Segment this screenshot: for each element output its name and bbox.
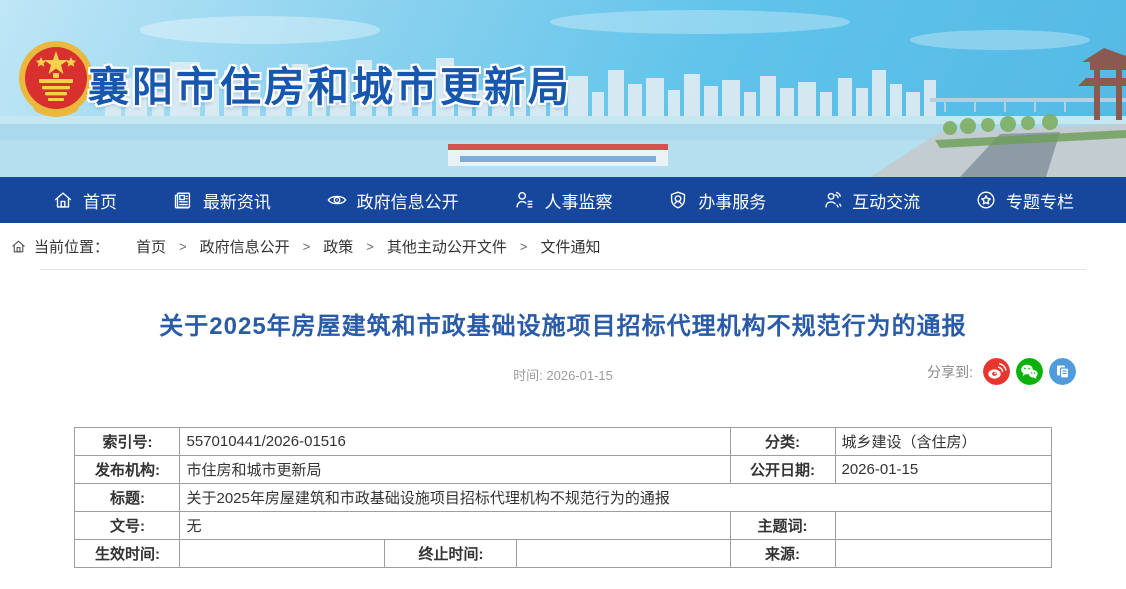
breadcrumb-separator: > bbox=[303, 239, 311, 254]
nav-item-label: 人事监察 bbox=[544, 188, 612, 213]
share-toolbar: 分享到: bbox=[927, 358, 1076, 385]
page-title: 关于2025年房屋建筑和市政基础设施项目招标代理机构不规范行为的通报 bbox=[0, 306, 1126, 341]
nav-item-label: 专题专栏 bbox=[1006, 188, 1074, 213]
agency-label: 发布机构: bbox=[75, 456, 180, 484]
effective-date-label: 生效时间: bbox=[75, 540, 180, 568]
breadcrumb-item-other-public-docs[interactable]: 其他主动公开文件 bbox=[387, 236, 507, 257]
table-row: 发布机构: 市住房和城市更新局 公开日期: 2026-01-15 bbox=[75, 456, 1051, 484]
category-label: 分类: bbox=[730, 428, 835, 456]
nav-item-news[interactable]: 最新资讯 bbox=[172, 188, 271, 213]
table-row: 文号: 无 主题词: bbox=[75, 512, 1051, 540]
doc-number-label: 文号: bbox=[75, 512, 180, 540]
site-title: 襄阳市住房和城市更新局 bbox=[88, 53, 572, 113]
keywords-value bbox=[835, 512, 1051, 540]
national-emblem-icon bbox=[17, 37, 95, 125]
eye-icon bbox=[326, 189, 348, 211]
nav-item-special-topics[interactable]: 专题专栏 bbox=[975, 188, 1074, 213]
breadcrumb-separator: > bbox=[366, 239, 374, 254]
breadcrumb-separator: > bbox=[179, 239, 187, 254]
breadcrumb-divider bbox=[40, 269, 1086, 270]
expiry-date-value bbox=[517, 540, 730, 568]
nav-item-label: 互动交流 bbox=[852, 188, 920, 213]
doc-title-value: 关于2025年房屋建筑和市政基础设施项目招标代理机构不规范行为的通报 bbox=[180, 484, 1051, 512]
doc-number-value: 无 bbox=[180, 512, 730, 540]
table-row: 生效时间: 终止时间: 来源: bbox=[75, 540, 1051, 568]
breadcrumb-separator: > bbox=[520, 239, 528, 254]
nav-item-interaction[interactable]: 互动交流 bbox=[821, 188, 920, 213]
breadcrumb-item-policy[interactable]: 政策 bbox=[323, 236, 353, 257]
nav-item-label: 政府信息公开 bbox=[357, 188, 459, 213]
breadcrumb: 当前位置： 首页 > 政府信息公开 > 政策 > 其他主动公开文件 > 文件通知 bbox=[0, 223, 1126, 269]
expiry-date-label: 终止时间: bbox=[385, 540, 517, 568]
nav-item-gov-info[interactable]: 政府信息公开 bbox=[326, 188, 459, 213]
chat-people-icon bbox=[821, 189, 843, 211]
breadcrumb-prefix: 当前位置： bbox=[34, 236, 109, 257]
home-icon bbox=[52, 189, 74, 211]
breadcrumb-item-home[interactable]: 首页 bbox=[136, 236, 166, 257]
person-list-icon bbox=[513, 189, 535, 211]
source-value bbox=[835, 540, 1051, 568]
nav-item-label: 首页 bbox=[83, 188, 117, 213]
doc-title-label: 标题: bbox=[75, 484, 180, 512]
publish-date-label: 公开日期: bbox=[730, 456, 835, 484]
article-meta-row: 时间: 2026-01-15 分享到: bbox=[0, 358, 1126, 388]
breadcrumb-item-doc-notice[interactable]: 文件通知 bbox=[540, 236, 600, 257]
header-banner: 襄阳市住房和城市更新局 bbox=[0, 0, 1126, 177]
nav-item-home[interactable]: 首页 bbox=[52, 188, 117, 213]
agency-value: 市住房和城市更新局 bbox=[180, 456, 730, 484]
document-meta-table: 索引号: 557010441/2026-01516 分类: 城乡建设（含住房） … bbox=[74, 427, 1051, 568]
copy-link-share-button[interactable] bbox=[1049, 358, 1076, 385]
breadcrumb-item-gov-info[interactable]: 政府信息公开 bbox=[200, 236, 290, 257]
publish-date-value: 2026-01-15 bbox=[835, 456, 1051, 484]
home-icon bbox=[10, 238, 27, 255]
keywords-label: 主题词: bbox=[730, 512, 835, 540]
publish-time-value: 2026-01-15 bbox=[546, 368, 613, 383]
share-label: 分享到: bbox=[927, 362, 973, 382]
nav-item-services[interactable]: 办事服务 bbox=[667, 188, 766, 213]
nav-item-personnel[interactable]: 人事监察 bbox=[513, 188, 612, 213]
news-icon bbox=[172, 189, 194, 211]
index-number-label: 索引号: bbox=[75, 428, 180, 456]
star-circle-icon bbox=[975, 189, 997, 211]
source-label: 来源: bbox=[730, 540, 835, 568]
index-number-value: 557010441/2026-01516 bbox=[180, 428, 730, 456]
nav-item-label: 办事服务 bbox=[698, 188, 766, 213]
table-row: 标题: 关于2025年房屋建筑和市政基础设施项目招标代理机构不规范行为的通报 bbox=[75, 484, 1051, 512]
weibo-share-button[interactable] bbox=[983, 358, 1010, 385]
publish-time-label: 时间: bbox=[513, 368, 543, 383]
shield-icon bbox=[667, 189, 689, 211]
nav-item-label: 最新资讯 bbox=[203, 188, 271, 213]
category-value: 城乡建设（含住房） bbox=[835, 428, 1051, 456]
effective-date-value bbox=[180, 540, 385, 568]
table-row: 索引号: 557010441/2026-01516 分类: 城乡建设（含住房） bbox=[75, 428, 1051, 456]
wechat-share-button[interactable] bbox=[1016, 358, 1043, 385]
main-navigation: 首页 最新资讯 政府信息公开 人事监察 办事服务 互动交流 专题专栏 bbox=[0, 177, 1126, 223]
